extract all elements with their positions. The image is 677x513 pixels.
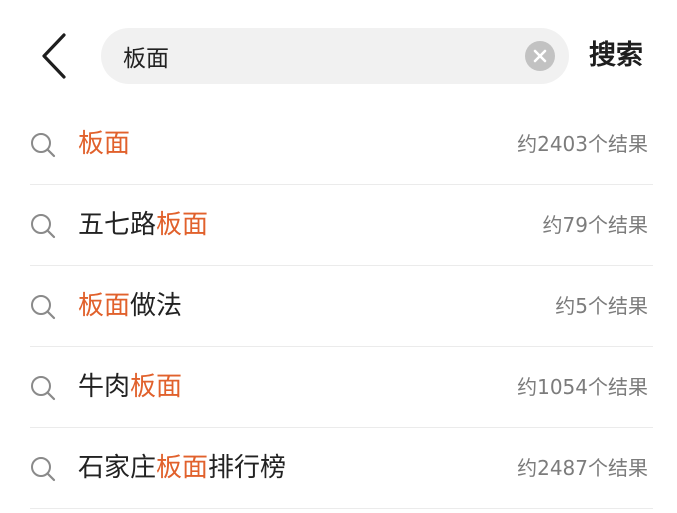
search-icon [31,133,56,158]
divider [30,508,653,509]
suggestion-item[interactable]: 牛肉板面 约1054个结果 [0,347,677,428]
chevron-left-icon [42,33,66,79]
suggestion-list: 板面 约2403个结果 五七路板面 约79个结果 板面做法 约5个结果 牛肉板面… [0,104,677,509]
suggestion-text: 做法 [130,291,183,321]
search-icon [31,214,56,239]
search-icon [31,457,56,482]
search-input[interactable] [123,28,503,84]
suggestion-highlight: 板面 [78,129,131,159]
suggestion-label: 五七路板面 [78,185,208,265]
result-count: 约2487个结果 [517,456,648,480]
suggestion-highlight: 板面 [130,372,183,402]
search-icon [31,376,56,401]
suggestion-text: 石家庄 [78,453,157,483]
search-button[interactable]: 搜索 [589,36,643,76]
result-count: 约79个结果 [542,213,648,237]
suggestion-highlight: 板面 [78,291,131,321]
clear-circle-icon [533,49,547,63]
suggestion-text: 五七路 [78,210,157,240]
suggestion-label: 牛肉板面 [78,347,182,427]
suggestion-label: 石家庄板面排行榜 [78,428,286,508]
suggestion-item[interactable]: 五七路板面 约79个结果 [0,185,677,266]
suggestion-highlight: 板面 [156,210,209,240]
search-box[interactable] [101,28,569,84]
suggestion-text: 排行榜 [208,453,287,483]
suggestion-highlight: 板面 [156,453,209,483]
suggestion-item[interactable]: 板面做法 约5个结果 [0,266,677,347]
suggestion-text: 牛肉 [78,372,131,402]
suggestion-item[interactable]: 板面 约2403个结果 [0,104,677,185]
clear-button[interactable] [525,41,555,71]
result-count: 约2403个结果 [517,132,648,156]
suggestion-label: 板面 [78,104,130,184]
search-icon [31,295,56,320]
back-button[interactable] [28,30,78,82]
suggestion-item[interactable]: 石家庄板面排行榜 约2487个结果 [0,428,677,509]
search-header: 搜索 [0,0,677,110]
result-count: 约5个结果 [555,294,648,318]
suggestion-label: 板面做法 [78,266,182,346]
result-count: 约1054个结果 [517,375,648,399]
